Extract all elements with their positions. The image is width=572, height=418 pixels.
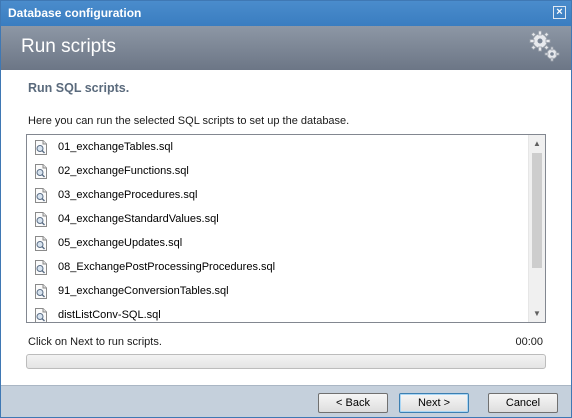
next-button[interactable]: Next > (399, 393, 469, 413)
script-name: 02_exchangeFunctions.sql (58, 165, 189, 177)
progress-bar (26, 354, 546, 369)
gears-icon (529, 30, 560, 62)
elapsed-timer: 00:00 (515, 336, 543, 348)
script-name: 08_ExchangePostProcessingProcedures.sql (58, 261, 276, 273)
script-name: 05_exchangeUpdates.sql (58, 237, 183, 249)
button-bar: < Back Next > Cancel (1, 385, 571, 417)
sql-file-icon (35, 187, 47, 203)
wizard-header: Run scripts (1, 26, 571, 70)
instructions-text: Here you can run the selected SQL script… (28, 115, 350, 127)
sql-file-icon (35, 235, 47, 251)
sql-file-icon (35, 211, 47, 227)
sql-file-icon (35, 163, 47, 179)
list-item[interactable]: 03_exchangeProcedures.sql (27, 183, 528, 207)
script-name: 04_exchangeStandardValues.sql (58, 213, 219, 225)
scroll-thumb[interactable] (532, 153, 542, 268)
scroll-down-button[interactable]: ▼ (529, 305, 545, 322)
script-name: 91_exchangeConversionTables.sql (58, 285, 229, 297)
script-name: 03_exchangeProcedures.sql (58, 189, 198, 201)
list-item[interactable]: 01_exchangeTables.sql (27, 135, 528, 159)
page-title: Run scripts (21, 36, 117, 57)
status-text: Click on Next to run scripts. (28, 336, 162, 348)
close-button[interactable]: × (553, 6, 566, 19)
back-button[interactable]: < Back (318, 393, 388, 413)
window-title: Database configuration (8, 6, 142, 20)
script-name: 01_exchangeTables.sql (58, 141, 173, 153)
sql-file-icon (35, 307, 47, 322)
scroll-up-button[interactable]: ▲ (529, 135, 545, 152)
title-bar[interactable]: Database configuration × (1, 1, 571, 26)
list-item[interactable]: 08_ExchangePostProcessingProcedures.sql (27, 255, 528, 279)
scripts-list[interactable]: 01_exchangeTables.sql 02_exchangeFunction… (26, 134, 546, 323)
section-title: Run SQL scripts. (28, 81, 130, 95)
dialog-window: Database configuration × Run scripts Run… (0, 0, 572, 418)
content-area: Run SQL scripts. Here you can run the se… (1, 70, 571, 385)
list-item[interactable]: 91_exchangeConversionTables.sql (27, 279, 528, 303)
close-icon: × (556, 6, 563, 18)
list-item[interactable]: 04_exchangeStandardValues.sql (27, 207, 528, 231)
list-item[interactable]: 05_exchangeUpdates.sql (27, 231, 528, 255)
cancel-button[interactable]: Cancel (488, 393, 558, 413)
sql-file-icon (35, 259, 47, 275)
script-name: distListConv-SQL.sql (58, 309, 161, 321)
sql-file-icon (35, 139, 47, 155)
scripts-list-items: 01_exchangeTables.sql 02_exchangeFunction… (27, 135, 528, 322)
vertical-scrollbar[interactable]: ▲ ▼ (528, 135, 545, 322)
list-item[interactable]: distListConv-SQL.sql (27, 303, 528, 322)
sql-file-icon (35, 283, 47, 299)
list-item[interactable]: 02_exchangeFunctions.sql (27, 159, 528, 183)
